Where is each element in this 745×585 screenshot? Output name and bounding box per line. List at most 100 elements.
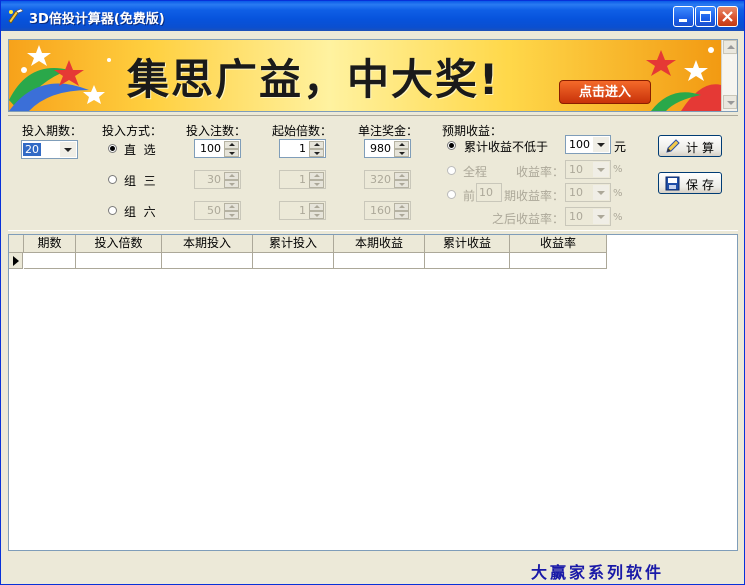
first-n-rate-label: 期收益率： xyxy=(504,189,565,203)
col-header-cumulative-invest[interactable]: 累计投入 xyxy=(253,235,334,253)
table-cell[interactable] xyxy=(76,253,162,269)
spin-up-icon[interactable] xyxy=(309,172,324,180)
spin-up-icon[interactable] xyxy=(224,203,239,211)
spin-up-icon[interactable] xyxy=(224,141,239,149)
table-cell[interactable] xyxy=(162,253,253,269)
table-cell[interactable] xyxy=(510,253,607,269)
prize-spinner-zuliu[interactable]: 160 xyxy=(364,201,411,220)
banner-enter-button[interactable]: 点击进入 xyxy=(559,80,651,104)
scroll-thumb[interactable] xyxy=(723,55,737,95)
banner-ad[interactable]: 集思广益，中大奖! 点击进入 xyxy=(9,40,721,111)
results-grid[interactable]: 期数 投入倍数 本期投入 累计投入 本期收益 累计收益 收益率 xyxy=(8,234,738,551)
spin-up-icon[interactable] xyxy=(309,141,324,149)
prize-spinner-zhixuan[interactable]: 980 xyxy=(364,139,411,158)
col-header-cumulative-profit[interactable]: 累计收益 xyxy=(425,235,510,253)
bets-value: 50 xyxy=(207,204,221,217)
minimize-button[interactable] xyxy=(673,6,694,27)
table-cell[interactable] xyxy=(334,253,425,269)
overall-label[interactable]: 全程 xyxy=(463,163,487,180)
col-header-rate[interactable]: 收益率 xyxy=(510,235,607,253)
prize-label: 单注奖金： xyxy=(358,124,419,138)
prize-value: 980 xyxy=(370,142,391,155)
spin-down-icon[interactable] xyxy=(224,149,239,157)
chevron-down-icon[interactable] xyxy=(593,162,609,177)
spin-down-icon[interactable] xyxy=(224,180,239,188)
bets-label: 投入注数： xyxy=(186,124,247,138)
spin-down-icon[interactable] xyxy=(394,211,409,219)
after-rate-label: 之后收益率： xyxy=(492,212,565,226)
radio-zuliu-label[interactable]: 组 六 xyxy=(124,203,156,220)
prize-spinner-zusan[interactable]: 320 xyxy=(364,170,411,189)
scroll-up-arrow[interactable] xyxy=(723,40,737,54)
calculate-button[interactable]: 计算 xyxy=(658,135,722,157)
chevron-down-icon[interactable] xyxy=(593,185,609,200)
spin-up-icon[interactable] xyxy=(394,172,409,180)
banner-headline: 集思广益，中大奖! xyxy=(127,55,501,104)
spin-up-icon[interactable] xyxy=(309,203,324,211)
banner-scrollbar[interactable] xyxy=(721,40,737,111)
multiple-spinner-zhixuan[interactable]: 1 xyxy=(279,139,326,158)
col-header-period[interactable]: 期数 xyxy=(24,235,76,253)
spin-down-icon[interactable] xyxy=(309,180,324,188)
col-header-multiple[interactable]: 投入倍数 xyxy=(76,235,162,253)
bets-spinner-zuliu[interactable]: 50 xyxy=(194,201,241,220)
cumulative-min-select[interactable]: 100 xyxy=(565,135,611,154)
bets-spinner-zhixuan[interactable]: 100 xyxy=(194,139,241,158)
first-n-rate-select[interactable]: 10 xyxy=(565,183,611,202)
multiple-spinner-zusan[interactable]: 1 xyxy=(279,170,326,189)
spin-up-icon[interactable] xyxy=(394,141,409,149)
spin-down-icon[interactable] xyxy=(224,211,239,219)
multiple-value: 1 xyxy=(299,204,306,217)
table-cell[interactable] xyxy=(24,253,76,269)
spin-down-icon[interactable] xyxy=(309,149,324,157)
spin-up-icon[interactable] xyxy=(394,203,409,211)
radio-zuliu[interactable] xyxy=(108,206,117,215)
spin-down-icon[interactable] xyxy=(309,211,324,219)
col-header-current-profit[interactable]: 本期收益 xyxy=(334,235,425,253)
close-button[interactable] xyxy=(717,6,738,27)
first-n-label[interactable]: 前 xyxy=(463,187,475,204)
cumulative-min-label[interactable]: 累计收益不低于 xyxy=(464,138,548,155)
spin-up-icon[interactable] xyxy=(224,172,239,180)
cumulative-min-unit: 元 xyxy=(614,140,627,154)
after-rate-select[interactable]: 10 xyxy=(565,207,611,226)
overall-rate-label: 收益率： xyxy=(516,165,565,179)
bets-spinner-zusan[interactable]: 30 xyxy=(194,170,241,189)
radio-zusan[interactable] xyxy=(108,175,117,184)
chevron-down-icon[interactable] xyxy=(593,137,609,152)
close-icon xyxy=(722,11,733,22)
spin-down-icon[interactable] xyxy=(394,149,409,157)
window-title: 3D倍投计算器(免费版) xyxy=(29,12,165,27)
periods-select[interactable]: 20 xyxy=(21,140,78,159)
overall-rate-unit: % xyxy=(613,164,623,175)
maximize-button[interactable] xyxy=(695,6,716,27)
floppy-disk-icon xyxy=(665,176,680,191)
first-n-periods-input[interactable]: 10 xyxy=(476,183,502,202)
mode-label: 投入方式： xyxy=(102,124,163,138)
chevron-down-icon[interactable] xyxy=(593,209,609,224)
multiple-spinner-zuliu[interactable]: 1 xyxy=(279,201,326,220)
scroll-down-arrow[interactable] xyxy=(723,95,737,109)
spin-down-icon[interactable] xyxy=(394,180,409,188)
save-button[interactable]: 保存 xyxy=(658,172,722,194)
radio-zhixuan-label[interactable]: 直 选 xyxy=(124,141,156,158)
radio-zusan-label[interactable]: 组 三 xyxy=(124,172,156,189)
settings-panel: 投入期数： 20 投入方式： 直 选 组 三 组 六 投入注数： 100 30 … xyxy=(8,115,738,231)
banner-decoration-right xyxy=(646,47,721,111)
radio-zhixuan[interactable] xyxy=(108,144,117,153)
prize-value: 320 xyxy=(370,173,391,186)
overall-rate-select[interactable]: 10 xyxy=(565,160,611,179)
multiple-value: 1 xyxy=(299,142,306,155)
radio-cumulative-min[interactable] xyxy=(447,141,456,150)
table-cell[interactable] xyxy=(425,253,510,269)
title-bar[interactable]: 3D倍投计算器(免费版) xyxy=(1,1,744,31)
overall-rate-value: 10 xyxy=(569,163,583,176)
radio-first-n[interactable] xyxy=(447,190,456,199)
table-cell[interactable] xyxy=(253,253,334,269)
expected-label: 预期收益： xyxy=(442,124,503,138)
col-header-current-invest[interactable]: 本期投入 xyxy=(162,235,253,253)
radio-overall[interactable] xyxy=(447,166,456,175)
chevron-down-icon[interactable] xyxy=(60,142,76,157)
multiple-value: 1 xyxy=(299,173,306,186)
calculate-button-label: 计算 xyxy=(686,141,719,155)
